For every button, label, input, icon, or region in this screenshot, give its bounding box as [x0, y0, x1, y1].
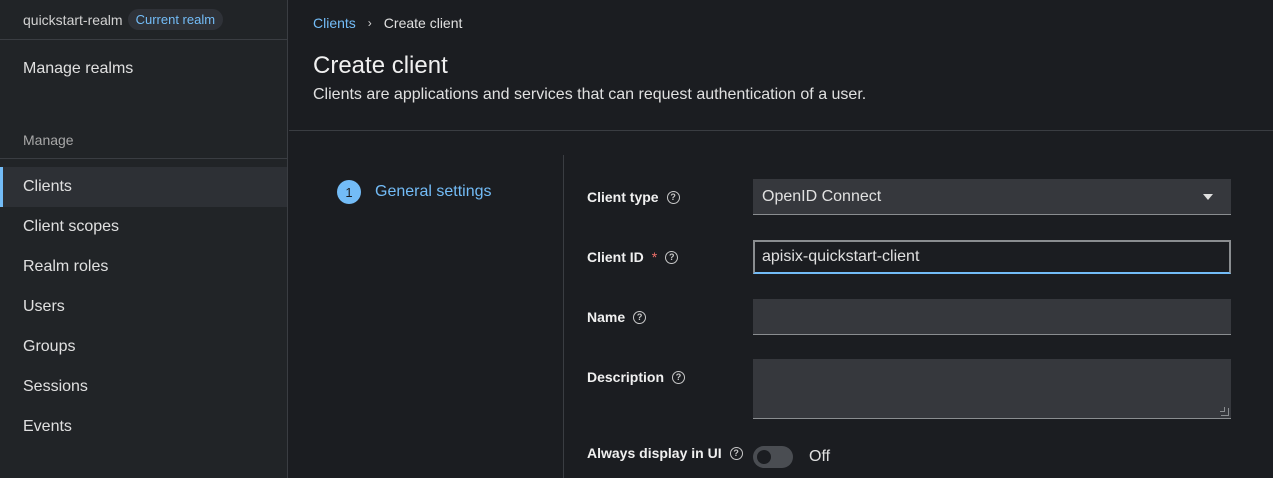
- description-label: Description ?: [587, 369, 686, 385]
- manage-section-label: Manage: [23, 132, 74, 148]
- header-divider: [289, 130, 1273, 131]
- manage-realms-link[interactable]: Manage realms: [23, 60, 133, 78]
- sidebar-nav: Clients Client scopes Realm roles Users …: [0, 167, 287, 447]
- breadcrumb: Clients › Create client: [313, 15, 462, 31]
- breadcrumb-current: Create client: [383, 15, 463, 31]
- toggle-knob: [757, 450, 771, 464]
- sidebar-item-sessions[interactable]: Sessions: [0, 367, 287, 407]
- current-realm-badge: Current realm: [127, 9, 224, 30]
- client-id-label: Client ID * ?: [587, 249, 679, 265]
- realm-name: quickstart-realm: [23, 11, 123, 28]
- section-divider: [0, 158, 287, 159]
- description-label-text: Description: [587, 369, 665, 385]
- help-icon[interactable]: ?: [666, 190, 680, 204]
- client-id-label-text: Client ID: [587, 249, 644, 265]
- wizard-step-general-settings[interactable]: 1 General settings: [337, 180, 492, 204]
- required-asterisk: *: [651, 249, 658, 265]
- chevron-right-icon: ›: [367, 16, 372, 30]
- name-input[interactable]: [753, 299, 1231, 335]
- page-description: Clients are applications and services th…: [313, 86, 867, 103]
- sidebar-item-client-scopes[interactable]: Client scopes: [0, 207, 287, 247]
- sidebar-item-events[interactable]: Events: [0, 407, 287, 447]
- sidebar-item-realm-roles[interactable]: Realm roles: [0, 247, 287, 287]
- caret-down-icon: [1203, 194, 1213, 200]
- client-id-row: Client ID * ?: [587, 249, 679, 265]
- sidebar: quickstart-realm Current realm Manage re…: [0, 0, 288, 478]
- client-type-select[interactable]: OpenID Connect: [753, 179, 1231, 215]
- always-display-label: Always display in UI ?: [587, 445, 743, 461]
- resize-handle-icon[interactable]: [1220, 407, 1229, 416]
- client-type-value: OpenID Connect: [762, 187, 882, 205]
- step-number-badge: 1: [337, 180, 361, 204]
- client-type-row: Client type ?: [587, 189, 680, 205]
- help-icon[interactable]: ?: [633, 310, 647, 324]
- help-icon[interactable]: ?: [665, 250, 679, 264]
- step-label: General settings: [375, 183, 492, 200]
- sidebar-item-clients[interactable]: Clients: [0, 167, 287, 207]
- always-display-state: Off: [809, 448, 831, 465]
- always-display-toggle[interactable]: [753, 446, 793, 468]
- breadcrumb-clients-link[interactable]: Clients: [313, 15, 356, 31]
- description-row: Description ?: [587, 369, 686, 385]
- page-title: Create client: [313, 52, 448, 79]
- sidebar-item-users[interactable]: Users: [0, 287, 287, 327]
- name-label: Name ?: [587, 309, 647, 325]
- help-icon[interactable]: ?: [729, 446, 743, 460]
- always-display-label-text: Always display in UI: [587, 445, 722, 461]
- main-content: Clients › Create client Create client Cl…: [289, 0, 1273, 478]
- realm-selector[interactable]: quickstart-realm Current realm: [0, 0, 287, 40]
- wizard-divider: [563, 155, 564, 478]
- always-display-row: Always display in UI ?: [587, 445, 743, 461]
- client-id-input[interactable]: apisix-quickstart-client: [753, 240, 1231, 274]
- name-label-text: Name: [587, 309, 626, 325]
- client-type-label: Client type ?: [587, 189, 680, 205]
- name-row: Name ?: [587, 309, 647, 325]
- sidebar-item-groups[interactable]: Groups: [0, 327, 287, 367]
- help-icon[interactable]: ?: [672, 370, 686, 384]
- description-textarea[interactable]: [753, 359, 1231, 419]
- client-id-value: apisix-quickstart-client: [762, 248, 920, 265]
- client-type-label-text: Client type: [587, 189, 659, 205]
